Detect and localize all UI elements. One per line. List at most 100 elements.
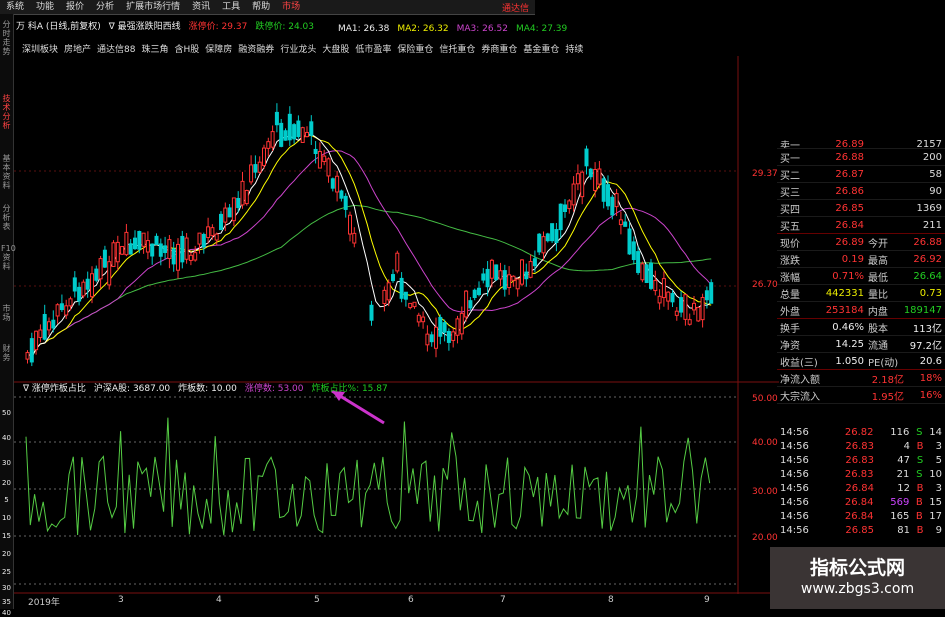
brand-label: 通达信 xyxy=(501,3,529,14)
menu-bar: 系统 功能 报价 分析 扩展市场行情 资讯 工具 帮助 市场 通达信 xyxy=(0,0,535,15)
x-label: 5 xyxy=(314,595,320,605)
sector-tag[interactable]: 深圳板块 xyxy=(22,42,58,55)
left-tick: 40 xyxy=(2,609,11,617)
quote-panel: 卖一 26.89 2157 买一 26.88 200 买二 26.87 58 买三 26.86… xyxy=(777,140,945,404)
tick-row: 14:56 26.83 21 S 10 xyxy=(780,468,942,480)
menu-analysis[interactable]: 分析 xyxy=(90,0,120,14)
order-row-buy1: 买一 26.88 200 xyxy=(777,149,945,166)
left-tick: 25 xyxy=(2,568,11,576)
sector-tag[interactable]: 券商重仓 xyxy=(481,42,517,55)
formula-name[interactable]: ∇ 最强涨跌阳西线 xyxy=(109,19,181,32)
x-label: 4 xyxy=(216,595,222,605)
quote-row-pct: 涨幅 0.71% 最低 26.64 xyxy=(777,268,945,285)
left-tick: 15 xyxy=(2,532,11,540)
up-limit-price: 涨停价: 29.37 xyxy=(188,21,248,32)
ma3-value: MA3: 26.52 xyxy=(456,24,508,34)
side-tab-timeshare[interactable]: 分时走势 xyxy=(1,20,12,56)
order-row-buy4: 买四 26.85 1369 xyxy=(777,200,945,217)
side-tab-market[interactable]: 市场 xyxy=(1,304,12,322)
x-label: 6 xyxy=(408,595,414,605)
side-tab-tech[interactable]: 技术分析 xyxy=(1,94,12,130)
quote-row-turnover: 换手 0.46% 股本 113亿 xyxy=(777,319,945,336)
kline-chart[interactable]: 29.37 26.70 50.00 40.00 30.00 20.00 xyxy=(14,56,779,594)
watermark-url: www.zbgs3.com xyxy=(800,581,915,597)
sector-tag[interactable]: 珠三角 xyxy=(141,42,168,55)
price-axis-top: 29.37 xyxy=(752,169,778,179)
sector-tag[interactable]: 含H股 xyxy=(175,42,200,55)
left-tick: 35 xyxy=(2,598,11,606)
x-label: 3 xyxy=(118,595,124,605)
sector-tag[interactable]: 信托重仓 xyxy=(439,42,475,55)
sector-tags: 深圳板块 房地产 通达信88 珠三角 含H股 保障房 融资融券 行业龙头 大盘股… xyxy=(22,42,583,55)
chart-title-bar: 万 科A (日线,前复权) ∇ 最强涨跌阳西线 涨停价: 29.37 跌停价: … xyxy=(16,18,314,32)
stock-title[interactable]: 万 科A (日线,前复权) xyxy=(16,19,101,32)
chart-grid xyxy=(14,56,779,594)
indicator-zhaban: 炸板数: 10.00 xyxy=(178,384,237,394)
quote-row-volume: 总量 442331 量比 0.73 xyxy=(777,285,945,302)
menu-ext-market[interactable]: 扩展市场行情 xyxy=(120,0,186,14)
left-tick: 50 xyxy=(2,409,11,417)
menu-tools[interactable]: 工具 xyxy=(216,0,246,14)
ind-axis-20: 20.00 xyxy=(752,533,778,543)
sector-tag[interactable]: 持续 xyxy=(565,42,583,55)
down-limit-price: 跌停价: 24.03 xyxy=(255,21,314,32)
order-row-buy2: 买二 26.87 58 xyxy=(777,166,945,183)
sector-tag[interactable]: 保障房 xyxy=(205,42,232,55)
quote-row-price: 现价 26.89 今开 26.88 xyxy=(777,234,945,251)
menu-quote[interactable]: 报价 xyxy=(60,0,90,14)
watermark-title: 指标公式网 xyxy=(809,557,905,579)
sector-tag[interactable]: 融资融券 xyxy=(238,42,274,55)
tick-row: 14:56 26.84 569 B 15 xyxy=(780,496,942,508)
flow-row-net: 净流入额 2.18亿 18% xyxy=(777,370,945,387)
left-tick: 40 xyxy=(2,434,11,442)
menu-news[interactable]: 资讯 xyxy=(186,0,216,14)
sector-tag[interactable]: 大盘股 xyxy=(322,42,349,55)
flow-row-block: 大宗流入 1.95亿 16% xyxy=(777,387,945,404)
tick-row: 14:56 26.84 165 B 17 xyxy=(780,510,942,522)
x-label: 7 xyxy=(500,595,506,605)
tick-row: 14:56 26.83 47 S 5 xyxy=(780,454,942,466)
quote-row-change: 涨跌 0.19 最高 26.92 xyxy=(777,251,945,268)
order-row-buy3: 买三 26.86 90 xyxy=(777,183,945,200)
x-label: 2019年 xyxy=(28,598,60,608)
x-label: 8 xyxy=(608,595,614,605)
left-tick: 20 xyxy=(2,479,11,487)
tick-row: 14:56 26.82 116 S 14 xyxy=(780,426,942,438)
indicator-ratio: 炸板占比%: 15.87 xyxy=(311,384,388,394)
ma-legend: MA1: 26.38 MA2: 26.32 MA3: 26.52 MA4: 27… xyxy=(338,24,567,34)
left-tick: 30 xyxy=(2,459,11,467)
indicator-zhangting: 涨停数: 53.00 xyxy=(244,384,304,394)
tick-row: 14:56 26.85 81 B 9 xyxy=(780,524,942,536)
sector-tag[interactable]: 行业龙头 xyxy=(280,42,316,55)
side-tab-f10[interactable]: F10资料 xyxy=(1,244,16,271)
side-tab-bar: 分时走势 技术分析 基本资料 分析表 F10资料 市场 财务 50 40 30 … xyxy=(0,14,16,617)
order-row-sell1: 卖一 26.89 2157 xyxy=(777,140,945,149)
sector-tag[interactable]: 基金重仓 xyxy=(523,42,559,55)
menu-system[interactable]: 系统 xyxy=(0,0,30,14)
left-tick: 10 xyxy=(2,514,11,522)
indicator-line xyxy=(25,417,711,536)
side-tab-finance[interactable]: 财务 xyxy=(1,344,12,362)
ma4-line xyxy=(27,204,712,359)
tick-row: 14:56 26.83 4 B 3 xyxy=(780,440,942,452)
indicator-name[interactable]: ∇ 涨停炸板占比 xyxy=(23,381,86,394)
x-axis: 2019年 3 4 5 6 7 8 9 xyxy=(14,594,739,609)
price-axis-mid: 26.70 xyxy=(752,280,778,290)
sector-tag[interactable]: 保险重仓 xyxy=(397,42,433,55)
menu-market[interactable]: 市场 xyxy=(276,0,306,14)
sector-tag[interactable]: 低市盈率 xyxy=(355,42,391,55)
ind-axis-50: 50.00 xyxy=(752,394,778,404)
ma4-value: MA4: 27.39 xyxy=(515,24,568,34)
menu-function[interactable]: 功能 xyxy=(30,0,60,14)
sector-tag[interactable]: 通达信88 xyxy=(97,42,135,55)
quote-row-outer: 外盘 253184 内盘 189147 xyxy=(777,302,945,319)
quote-row-asset: 净资 14.25 流通 97.2亿 xyxy=(777,336,945,353)
side-tab-basic[interactable]: 基本资料 xyxy=(1,154,12,190)
order-row-buy5: 买五 26.84 211 xyxy=(777,217,945,234)
menu-help[interactable]: 帮助 xyxy=(246,0,276,14)
indicator-market: 沪深A股: 3687.00 xyxy=(93,384,171,394)
sector-tag[interactable]: 房地产 xyxy=(64,42,91,55)
left-tick: 20 xyxy=(2,550,11,558)
watermark: 指标公式网 www.zbgs3.com xyxy=(770,547,945,609)
side-tab-table[interactable]: 分析表 xyxy=(1,204,12,231)
